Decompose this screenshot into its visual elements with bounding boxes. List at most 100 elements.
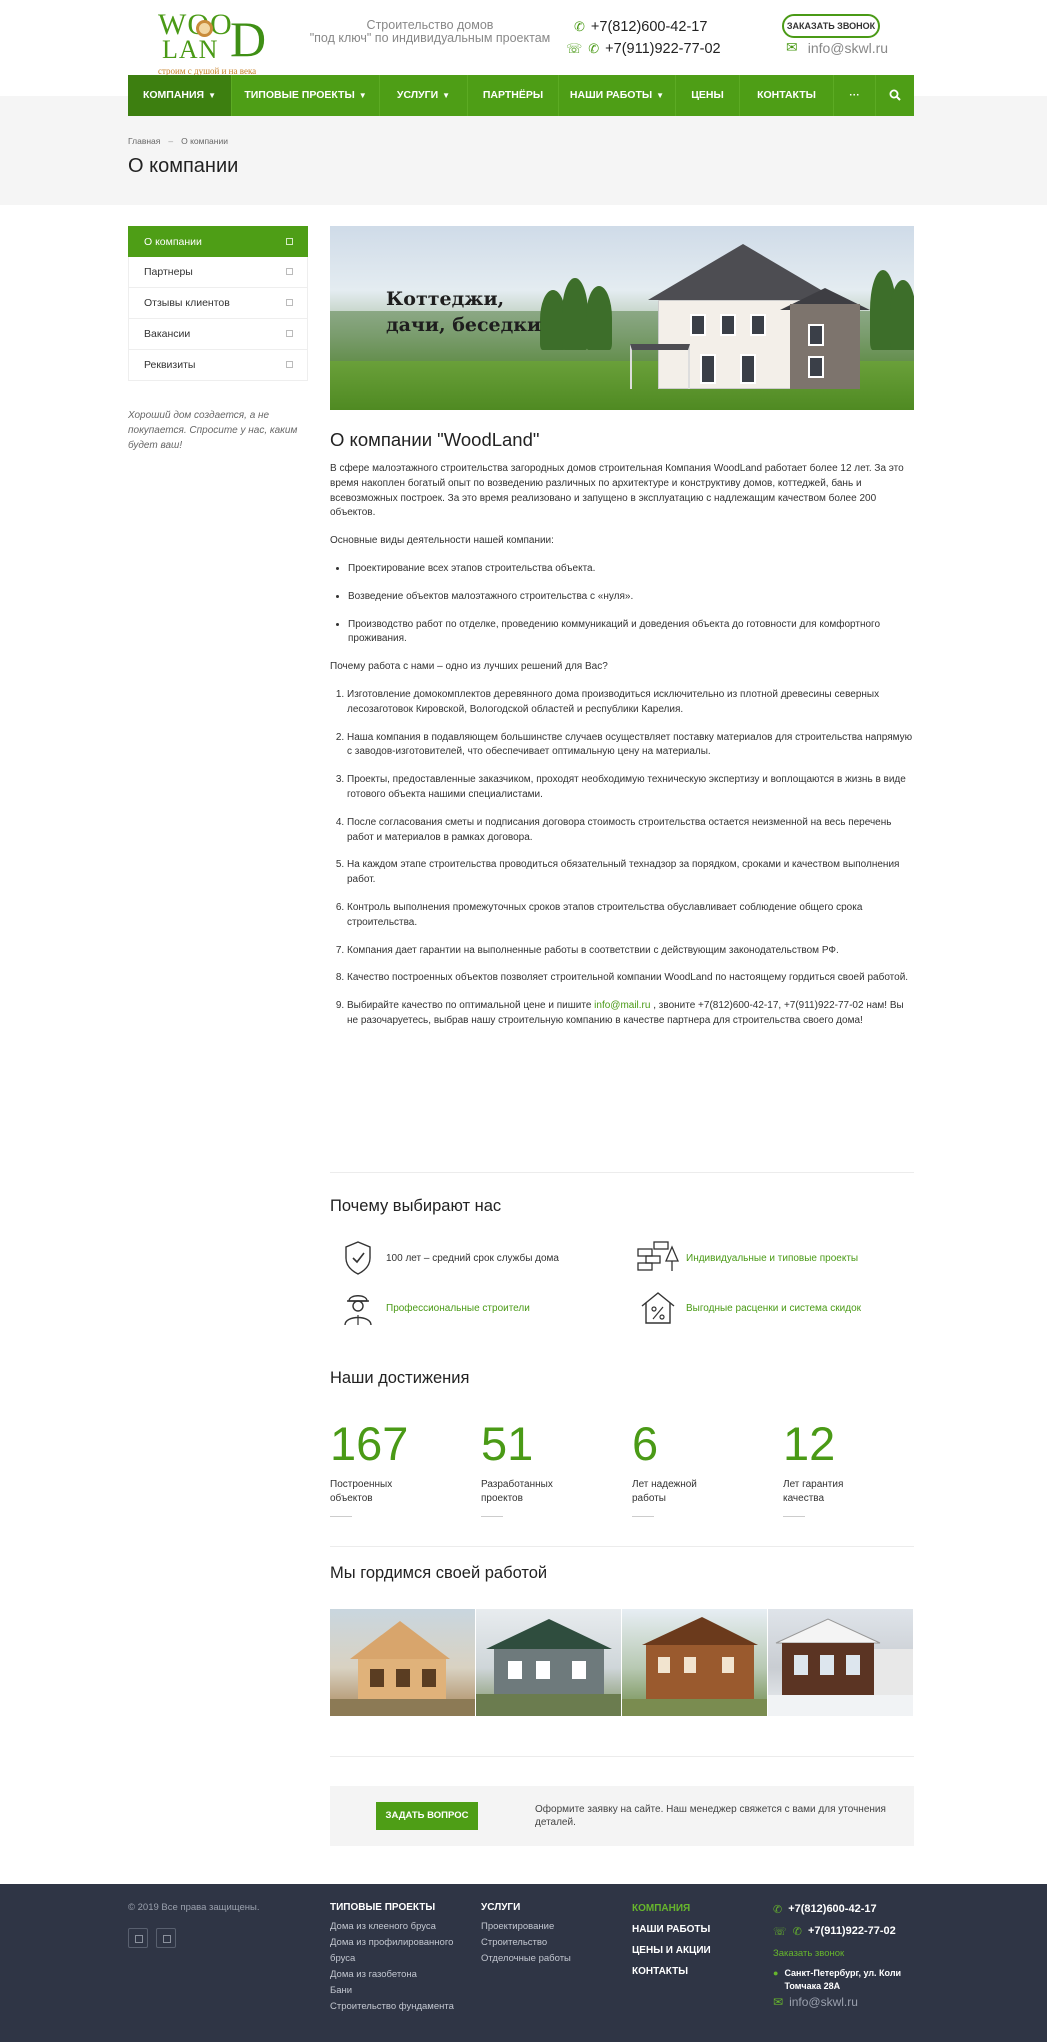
- copyright: © 2019 Все права защищены.: [128, 1902, 260, 1913]
- footer-link[interactable]: Дома из клееного бруса: [330, 1919, 454, 1935]
- nav-item-prices[interactable]: ЦЕНЫ: [676, 75, 740, 116]
- gallery-image-gray-house[interactable]: [476, 1609, 622, 1716]
- viber-icon: ☏: [566, 41, 583, 56]
- feature-item: Индивидуальные и типовые проекты: [630, 1236, 920, 1280]
- callback-button[interactable]: ЗАКАЗАТЬ ЗВОНОК: [782, 14, 880, 38]
- footer-link[interactable]: Строительство фундамента: [330, 1999, 454, 2015]
- footer-column-company: КОМПАНИЯ НАШИ РАБОТЫ ЦЕНЫ И АКЦИИ КОНТАК…: [632, 1898, 711, 1982]
- logo[interactable]: WOO LAN D строим с душой и на века: [158, 10, 268, 77]
- footer-phone-2[interactable]: +7(911)922-77-02: [808, 1925, 896, 1937]
- achievement-label: Построенных объектов: [330, 1479, 393, 1504]
- banner-caption: Коттеджи, дачи, беседки: [386, 286, 541, 338]
- achievement-value: 12: [783, 1417, 836, 1470]
- features-grid: 100 лет – средний срок службы дома Индив…: [330, 1236, 914, 1336]
- sidebar-menu: О компании Партнеры Отзывы клиентов Вака…: [128, 226, 308, 381]
- ask-question-button[interactable]: ЗАДАТЬ ВОПРОС: [376, 1802, 478, 1830]
- achievement-item: 12 Лет гарантия качества: [783, 1416, 923, 1517]
- feature-item: Профессиональные строители: [330, 1286, 620, 1330]
- list-item: Контроль выполнения промежуточных сроков…: [347, 901, 914, 931]
- nav-item-works[interactable]: НАШИ РАБОТЫ ▼: [559, 75, 676, 116]
- sidebar-item-requisites[interactable]: Реквизиты: [128, 350, 308, 381]
- main-content: О компании "WoodLand" В сфере малоэтажно…: [330, 428, 914, 1042]
- gallery-image-timber-house[interactable]: [330, 1609, 476, 1716]
- nav-item-company[interactable]: КОМПАНИЯ ▼: [128, 75, 232, 116]
- more-icon: ···: [849, 89, 860, 101]
- content-email-link[interactable]: info@mail.ru: [594, 1000, 650, 1011]
- feature-text[interactable]: Индивидуальные и типовые проекты: [686, 1253, 858, 1264]
- sidebar-item-reviews[interactable]: Отзывы клиентов: [128, 288, 308, 319]
- search-icon: [889, 89, 901, 101]
- achievement-value: 6: [632, 1417, 659, 1470]
- feature-text[interactable]: Выгодные расценки и система скидок: [686, 1303, 861, 1314]
- footer-link[interactable]: НАШИ РАБОТЫ: [632, 1919, 711, 1940]
- gallery-image-winter-house[interactable]: [768, 1609, 914, 1716]
- social-icon[interactable]: [128, 1928, 148, 1948]
- list-item: Компания дает гарантии на выполненные ра…: [347, 944, 914, 959]
- footer-callback-link[interactable]: Заказать звонок: [773, 1948, 953, 1959]
- footer-column-projects: ТИПОВЫЕ ПРОЕКТЫ Дома из клееного бруса Д…: [330, 1902, 454, 2015]
- nav-search[interactable]: [876, 75, 914, 116]
- phone-icon: ✆: [574, 19, 585, 34]
- feature-text[interactable]: Профессиональные строители: [386, 1303, 530, 1314]
- nav-label: ТИПОВЫЕ ПРОЕКТЫ: [244, 89, 355, 101]
- nav-item-services[interactable]: УСЛУГИ ▼: [380, 75, 468, 116]
- sidebar-item-label: Вакансии: [144, 328, 191, 340]
- breadcrumb-separator: –: [168, 136, 174, 146]
- square-icon: [286, 299, 293, 306]
- phone-link-2[interactable]: +7(911)922-77-02: [605, 41, 720, 57]
- list-item: Наша компания в подавляющем большинстве …: [347, 731, 914, 761]
- achievement-label: Лет гарантия качества: [783, 1479, 844, 1504]
- feature-item: Выгодные расценки и система скидок: [630, 1286, 920, 1330]
- reasons-list: Изготовление домокомплектов деревянного …: [347, 688, 914, 1029]
- square-icon: [286, 330, 293, 337]
- breadcrumb-home[interactable]: Главная: [128, 136, 160, 146]
- activities-title: Основные виды деятельности нашей компани…: [330, 535, 554, 547]
- viber-icon: ☏: [773, 1925, 787, 1938]
- house-percent-icon: [630, 1288, 686, 1328]
- logo-line2: LAN: [162, 35, 219, 64]
- achievement-value: 51: [481, 1417, 534, 1470]
- gallery-image-log-house[interactable]: [622, 1609, 768, 1716]
- footer-column-services: УСЛУГИ Проектирование Строительство Отде…: [481, 1902, 571, 1967]
- footer-link[interactable]: Отделочные работы: [481, 1951, 571, 1967]
- shield-check-icon: [330, 1238, 386, 1278]
- list-item: Проекты, предоставленные заказчиком, про…: [347, 773, 914, 803]
- footer-link[interactable]: КОМПАНИЯ: [632, 1898, 711, 1919]
- footer-link[interactable]: ЦЕНЫ И АКЦИИ: [632, 1940, 711, 1961]
- achievement-label: Разработанных проектов: [481, 1479, 553, 1504]
- footer-link[interactable]: Бани: [330, 1983, 454, 1999]
- list-item: После согласования сметы и подписания до…: [347, 816, 914, 846]
- nav-item-projects[interactable]: ТИПОВЫЕ ПРОЕКТЫ ▼: [232, 75, 380, 116]
- nav-item-partners[interactable]: ПАРТНЁРЫ: [468, 75, 559, 116]
- sidebar-item-about[interactable]: О компании: [128, 226, 308, 257]
- feature-item: 100 лет – средний срок службы дома: [330, 1236, 620, 1280]
- list-item: Изготовление домокомплектов деревянного …: [347, 688, 914, 718]
- footer-column-title[interactable]: УСЛУГИ: [481, 1902, 571, 1913]
- nav-item-more[interactable]: ···: [834, 75, 876, 116]
- email-link[interactable]: info@skwl.ru: [808, 40, 888, 56]
- achievement-item: 51 Разработанных проектов: [481, 1416, 621, 1517]
- whatsapp-icon: ✆: [588, 41, 600, 56]
- footer-phone-1[interactable]: +7(812)600-42-17: [788, 1903, 876, 1915]
- sidebar-item-vacancies[interactable]: Вакансии: [128, 319, 308, 350]
- footer-email[interactable]: info@skwl.ru: [789, 1995, 858, 2009]
- social-icon[interactable]: [156, 1928, 176, 1948]
- footer-column-title[interactable]: ТИПОВЫЕ ПРОЕКТЫ: [330, 1902, 454, 1913]
- nav-item-contacts[interactable]: КОНТАКТЫ: [740, 75, 834, 116]
- list-item: Качество построенных объектов позволяет …: [347, 971, 914, 986]
- list-item: Проектирование всех этапов строительства…: [348, 562, 914, 577]
- footer-link[interactable]: КОНТАКТЫ: [632, 1961, 711, 1982]
- footer-link[interactable]: Строительство: [481, 1935, 571, 1951]
- footer-link[interactable]: Дома из профилированного: [330, 1935, 454, 1951]
- activities-list: Проектирование всех этапов строительства…: [348, 562, 914, 647]
- chevron-down-icon: ▼: [656, 91, 665, 100]
- nav-label: ЦЕНЫ: [691, 89, 724, 101]
- footer-link[interactable]: Дома из газобетона: [330, 1967, 454, 1983]
- bricks-tree-icon: [630, 1238, 686, 1278]
- phone-link-1[interactable]: +7(812)600-42-17: [591, 19, 708, 35]
- sidebar-item-partners[interactable]: Партнеры: [128, 257, 308, 288]
- map-pin-icon: ●: [773, 1968, 779, 1978]
- footer-link[interactable]: бруса: [330, 1951, 454, 1967]
- footer-link[interactable]: Проектирование: [481, 1919, 571, 1935]
- square-icon: [286, 238, 293, 245]
